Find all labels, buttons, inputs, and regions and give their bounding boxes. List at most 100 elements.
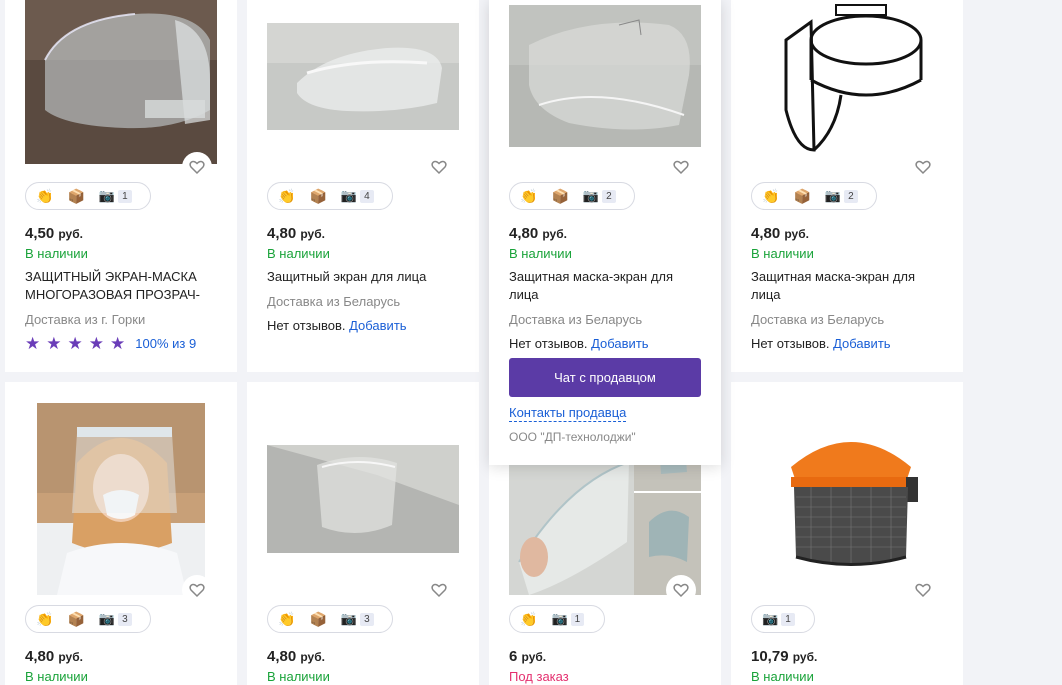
product-image[interactable] (267, 445, 459, 553)
clap-icon: 👏 (278, 188, 296, 204)
product-card[interactable]: 📷 1 10,79 руб. В наличии (731, 382, 963, 685)
stock-status: В наличии (25, 246, 88, 261)
star-icon: ★ (46, 334, 62, 353)
delivery-info: Доставка из г. Горки (25, 312, 146, 327)
clap-icon: 👏 (520, 188, 538, 204)
star-icon: ★ (25, 334, 41, 353)
photo-count: 📷 3 (99, 611, 132, 627)
photo-count: 📷 1 (762, 611, 795, 627)
feature-badges: 👏 📦 📷 1 (25, 182, 151, 210)
box-icon: 📦 (551, 188, 569, 204)
product-image[interactable] (776, 0, 926, 160)
box-icon: 📦 (793, 188, 811, 204)
add-review-link[interactable]: Добавить (349, 318, 406, 333)
stock-status: Под заказ (509, 669, 569, 684)
product-price: 4,80 руб. (25, 648, 83, 665)
favorite-heart-icon[interactable] (182, 575, 212, 605)
product-price: 6 руб. (509, 648, 547, 665)
reviews: Нет отзывов. Добавить (509, 336, 649, 351)
stock-status: В наличии (267, 246, 330, 261)
product-card[interactable]: 👏 📦 📷 3 4,80 руб. В наличии (247, 382, 479, 685)
product-grid: 👏 📦 📷 1 4,50 руб. В наличии ЗАЩИТНЫЙ ЭКРА… (0, 0, 1062, 685)
product-card[interactable]: 👏 📦 📷 3 4,80 руб. В наличии (5, 382, 237, 685)
feature-badges: 👏 📦 📷 2 (751, 182, 877, 210)
box-icon: 📦 (67, 188, 85, 204)
camera-icon: 📷 (340, 188, 358, 203)
camera-icon: 📷 (551, 611, 568, 626)
photo-count: 📷 3 (341, 611, 374, 627)
camera-icon: 📷 (582, 188, 600, 203)
camera-icon: 📷 (762, 611, 779, 626)
delivery-info: Доставка из Беларусь (267, 294, 401, 309)
star-icon: ★ (67, 334, 83, 353)
camera-icon: 📷 (340, 611, 358, 626)
clap-icon: 👏 (36, 188, 54, 204)
seller-company: ООО "ДП-технолоджи" (509, 430, 636, 444)
delivery-info: Доставка из Беларусь (751, 312, 885, 327)
seller-contacts-link[interactable]: Контакты продавца (509, 405, 627, 422)
favorite-heart-icon[interactable] (666, 575, 696, 605)
product-price: 10,79 руб. (751, 648, 818, 665)
add-review-link[interactable]: Добавить (591, 336, 648, 351)
photo-count: 📷 2 (825, 188, 858, 204)
box-icon: 📦 (309, 188, 327, 204)
stock-status: В наличии (509, 246, 572, 261)
chat-with-seller-button[interactable]: Чат с продавцом (509, 358, 701, 397)
feature-badges: 👏 📷 1 (509, 605, 605, 633)
clap-icon: 👏 (762, 188, 780, 204)
product-title[interactable]: ЗАЩИТНЫЙ ЭКРАН-МАСКА МНОГОРАЗОВАЯ ПРОЗРА… (25, 268, 225, 304)
product-image[interactable] (37, 403, 205, 595)
product-title[interactable]: Защитный экран для лица (267, 268, 467, 286)
product-card[interactable]: 👏 📦 📷 2 4,80 руб. В наличии Защитная маск… (731, 0, 963, 372)
photo-count: 📷 1 (99, 188, 132, 204)
photo-count: 📷 1 (551, 611, 585, 627)
feature-badges: 👏 📦 📷 2 (509, 182, 635, 210)
box-icon: 📦 (67, 611, 85, 627)
clap-icon: 👏 (520, 611, 538, 627)
favorite-heart-icon[interactable] (182, 152, 212, 182)
favorite-heart-icon[interactable] (424, 152, 454, 182)
camera-icon: 📷 (98, 188, 116, 203)
favorite-heart-icon[interactable] (908, 575, 938, 605)
favorite-heart-icon[interactable] (908, 152, 938, 182)
product-image[interactable] (267, 23, 459, 130)
product-price: 4,50 руб. (25, 225, 83, 242)
add-review-link[interactable]: Добавить (833, 336, 890, 351)
clap-icon: 👏 (36, 611, 54, 627)
delivery-info: Доставка из Беларусь (509, 312, 643, 327)
box-icon: 📦 (309, 611, 327, 627)
camera-icon: 📷 (824, 188, 842, 203)
product-title[interactable]: Защитная маска-экран для лица (751, 268, 941, 304)
camera-icon: 📷 (98, 611, 116, 626)
product-price: 4,80 руб. (751, 225, 809, 242)
favorite-heart-icon[interactable] (424, 575, 454, 605)
clap-icon: 👏 (278, 611, 296, 627)
star-icon: ★ (110, 334, 126, 353)
product-price: 4,80 руб. (267, 648, 325, 665)
product-card[interactable]: 👏 📦 📷 1 4,50 руб. В наличии ЗАЩИТНЫЙ ЭКРА… (5, 0, 237, 372)
reviews: Нет отзывов. Добавить (267, 318, 407, 333)
rating-text[interactable]: 100% из 9 (135, 336, 196, 351)
rating[interactable]: ★ ★ ★ ★ ★ 100% из 9 (25, 335, 196, 352)
photo-count: 📷 2 (583, 188, 616, 204)
stock-status: В наличии (751, 669, 814, 684)
product-card-expanded[interactable]: 👏 📦 📷 2 4,80 руб. В наличии Защитная маск… (489, 0, 721, 465)
reviews: Нет отзывов. Добавить (751, 336, 891, 351)
feature-badges: 📷 1 (751, 605, 815, 633)
stock-status: В наличии (25, 669, 88, 684)
product-image[interactable] (509, 5, 701, 147)
feature-badges: 👏 📦 📷 3 (25, 605, 151, 633)
product-image[interactable] (776, 422, 926, 572)
feature-badges: 👏 📦 📷 3 (267, 605, 393, 633)
product-card[interactable]: 👏 📦 📷 4 4,80 руб. В наличии Защитный экра… (247, 0, 479, 372)
product-image[interactable] (25, 0, 217, 164)
stock-status: В наличии (267, 669, 330, 684)
star-icon: ★ (88, 334, 104, 353)
photo-count: 📷 4 (341, 188, 374, 204)
product-price: 4,80 руб. (509, 225, 567, 242)
stock-status: В наличии (751, 246, 814, 261)
favorite-heart-icon[interactable] (666, 152, 696, 182)
feature-badges: 👏 📦 📷 4 (267, 182, 393, 210)
product-title[interactable]: Защитная маска-экран для лица (509, 268, 699, 304)
product-price: 4,80 руб. (267, 225, 325, 242)
